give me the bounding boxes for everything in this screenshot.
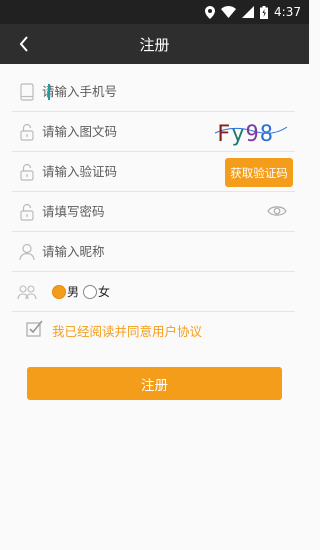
svg-text:Fy98: Fy98 [217, 122, 274, 147]
password-row [12, 192, 295, 232]
male-label: 男 [67, 285, 80, 299]
captcha-image[interactable]: Fy98 [213, 115, 289, 147]
register-form: Fy98 获取验证码 男 女 [0, 72, 309, 312]
captcha-row: Fy98 [12, 112, 295, 152]
agreement-row[interactable]: 我已经阅读并同意用户协议 [26, 320, 202, 341]
get-code-button[interactable]: 获取验证码 [225, 158, 293, 187]
female-radio[interactable] [83, 284, 98, 299]
gender-options: 男 女 [52, 283, 110, 300]
verify-code-row: 获取验证码 [12, 152, 295, 192]
nickname-row [12, 232, 295, 272]
text-cursor [48, 84, 50, 100]
gender-row: 男 女 [12, 272, 295, 312]
phone-row [12, 72, 295, 112]
male-radio[interactable] [52, 284, 66, 299]
user-icon [14, 243, 40, 261]
lock-icon [14, 163, 40, 181]
eye-icon[interactable] [267, 203, 287, 222]
lock-icon [14, 123, 40, 141]
female-label: 女 [98, 285, 111, 299]
password-input[interactable] [42, 204, 295, 219]
register-button[interactable]: 注册 [27, 367, 282, 400]
back-arrow-icon[interactable] [12, 32, 36, 56]
app-bar: 注册 [0, 24, 309, 64]
agreement-label[interactable]: 我已经阅读并同意用户协议 [52, 321, 202, 340]
checkbox-checked-icon[interactable] [26, 320, 43, 341]
lock-icon [14, 203, 40, 221]
location-icon [205, 5, 216, 19]
battery-icon [260, 5, 269, 19]
status-bar: 4:37 [0, 0, 309, 24]
phone-input[interactable] [42, 84, 295, 99]
nickname-input[interactable] [42, 244, 295, 259]
phone-icon [14, 82, 40, 101]
page-title: 注册 [139, 35, 170, 54]
wifi-icon [221, 6, 237, 18]
status-time: 4:37 [274, 5, 301, 19]
signal-icon [242, 6, 255, 18]
gender-icon [14, 284, 40, 300]
